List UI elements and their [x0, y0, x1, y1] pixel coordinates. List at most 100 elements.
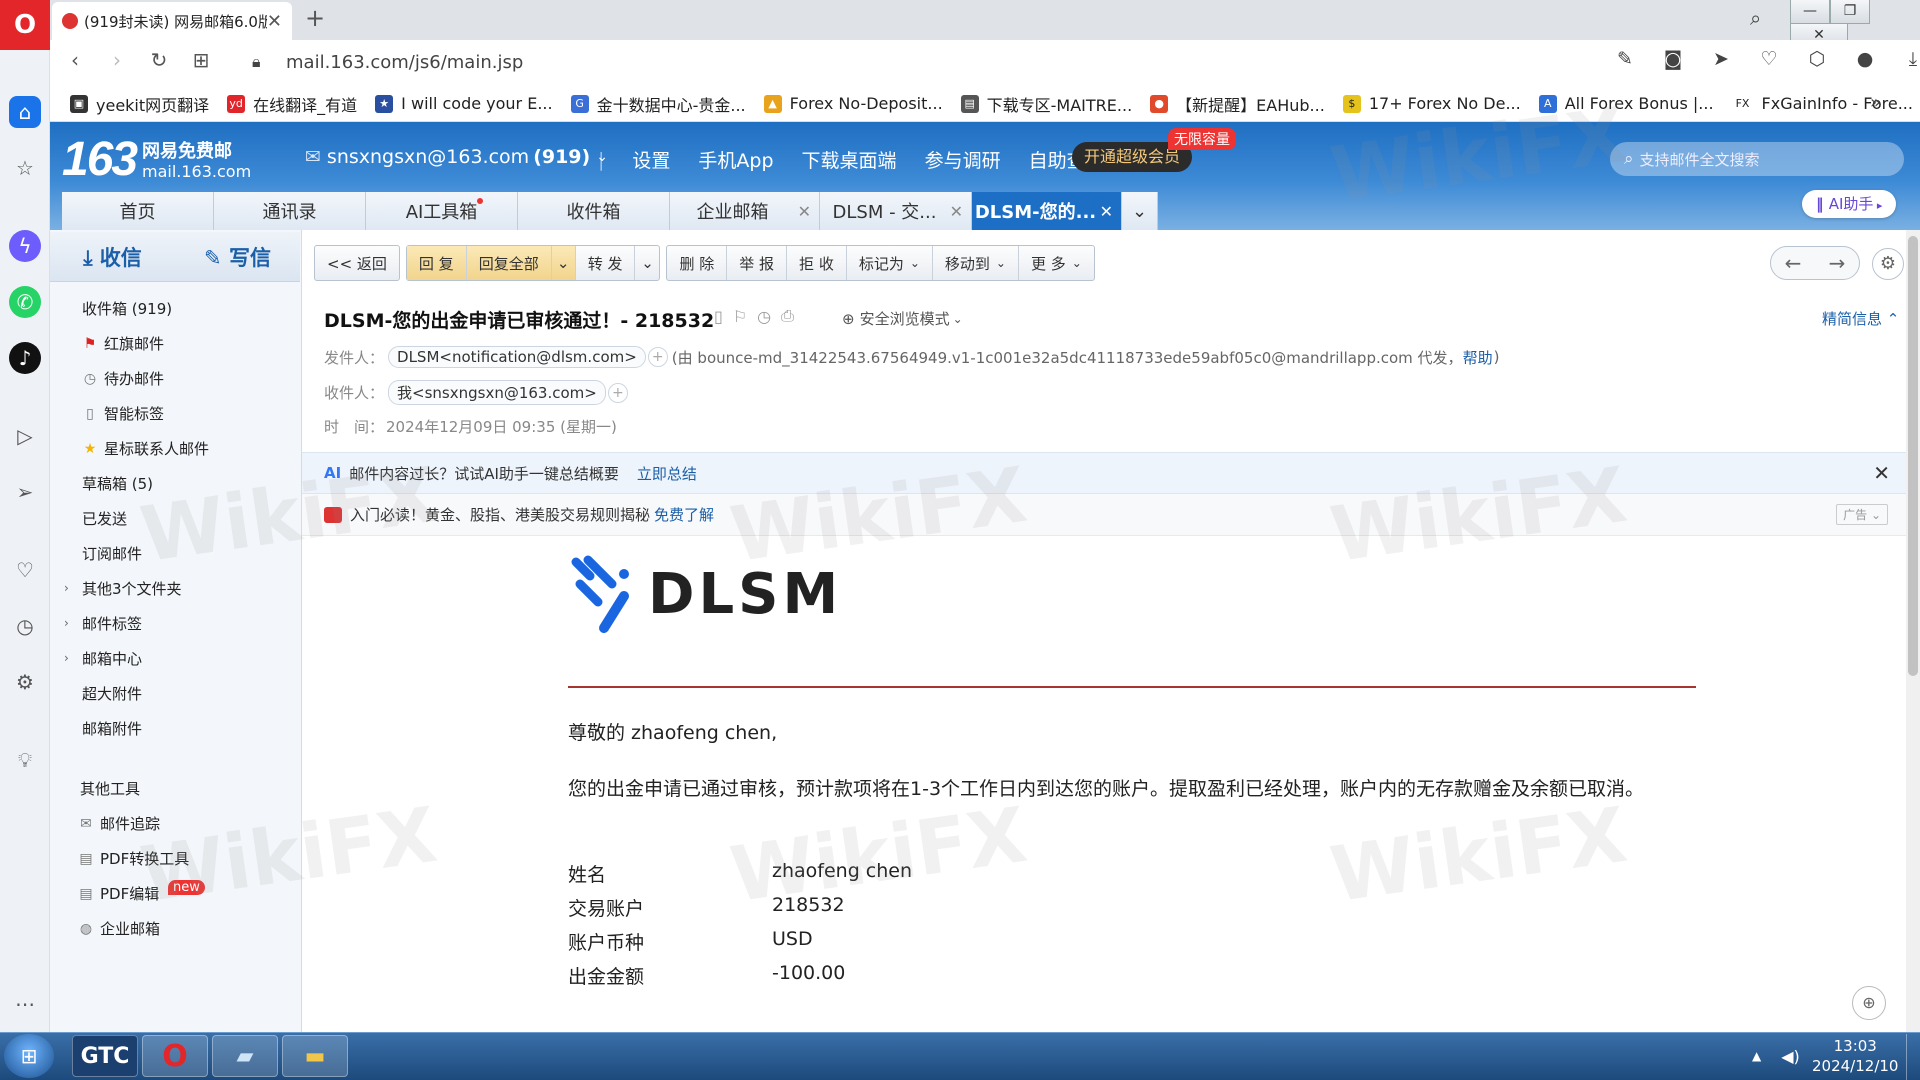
profile-avatar-icon[interactable]: ● [1850, 48, 1880, 70]
forward-dropdown-icon[interactable]: ⌄ [635, 246, 659, 280]
extensions-cube-icon[interactable]: ⬡ [1802, 48, 1832, 70]
ad-text[interactable]: 入门必读！黄金、股指、港美股交易规则揭秘 [350, 504, 650, 525]
flag-icon[interactable]: ⚐ [733, 307, 747, 326]
new-tab-button[interactable]: + [300, 4, 330, 34]
tool-pdf-convert[interactable]: ▤ PDF转换工具 [78, 848, 189, 869]
mark-as-button[interactable]: 标记为 ⌄ [847, 246, 933, 280]
gear-icon[interactable]: ⚙ [1872, 248, 1904, 280]
ad-tag[interactable]: 广告 ⌄ [1836, 504, 1888, 525]
bookmarks-overflow-icon[interactable]: » [1870, 92, 1881, 113]
add-contact-icon[interactable]: + [647, 347, 668, 367]
folder-subscriptions[interactable]: 订阅邮件 [82, 543, 142, 564]
write-button[interactable]: ✎ 写信 [175, 242, 300, 272]
report-button[interactable]: 举 报 [727, 246, 788, 280]
messenger-icon[interactable]: ϟ [9, 230, 41, 262]
notepad-taskbar-icon[interactable]: ▰ [212, 1035, 278, 1077]
folder-large-attach[interactable]: 超大附件 [82, 683, 142, 704]
folder-todo[interactable]: ◷ 待办邮件 [82, 368, 164, 389]
tab-grid-icon[interactable]: ⊞ [180, 48, 222, 72]
reply-all-button[interactable]: 回复全部 [466, 246, 552, 280]
desktop-download-link[interactable]: 下载桌面端 [802, 146, 897, 173]
folder-other[interactable]: 其他3个文件夹 [82, 578, 182, 599]
folder-inbox[interactable]: 收件箱 (919) [82, 298, 172, 319]
bookmark-item[interactable]: ▣ yeekit网页翻译 [70, 92, 209, 116]
opera-taskbar-icon[interactable]: O [142, 1035, 208, 1077]
reload-icon[interactable]: ↻ [138, 48, 180, 72]
heart-icon[interactable]: ♡ [9, 554, 41, 586]
folder-flagged[interactable]: ⚑ 红旗邮件 [82, 333, 164, 354]
edit-icon[interactable]: ✎ [1610, 48, 1640, 70]
bookmark-item[interactable]: A All Forex Bonus |... [1538, 94, 1714, 113]
folder-mail-center[interactable]: 邮箱中心 [82, 648, 142, 669]
mobile-app-link[interactable]: 手机App [698, 146, 773, 173]
tool-mail-tracking[interactable]: ✉ 邮件追踪 [78, 813, 160, 834]
more-button[interactable]: 更 多 ⌄ [1019, 246, 1094, 280]
next-message-icon[interactable]: → [1815, 251, 1859, 275]
more-dots-icon[interactable]: ⋯ [9, 988, 41, 1020]
bookmark-item[interactable]: ★ I will code your E... [375, 94, 553, 113]
tab-enterprise[interactable]: 企业邮箱 ✕ [670, 192, 820, 230]
tab-search-icon[interactable]: ⌕ [1750, 6, 1761, 30]
bookmark-item[interactable]: ▲ Forex No-Deposit... [763, 94, 943, 113]
close-icon[interactable]: ✕ [1873, 461, 1890, 485]
sender-pill[interactable]: DLSM<notification@dlsm.com> [388, 346, 646, 368]
print-icon[interactable]: ⎙ [781, 306, 794, 326]
heart-icon[interactable]: ♡ [1754, 48, 1784, 70]
tool-enterprise[interactable]: ◍ 企业邮箱 [78, 918, 160, 939]
tray-expand-icon[interactable]: ▲ [1752, 1049, 1761, 1063]
folder-mail-tags[interactable]: 邮件标签 [82, 613, 142, 634]
back-button[interactable]: << 返回 [315, 246, 399, 280]
bookmark-item[interactable]: ▤ 下载专区-MAITRE... [960, 92, 1132, 116]
home-icon[interactable]: ⌂ [9, 96, 41, 128]
send-icon[interactable]: ➢ [9, 476, 41, 508]
reminder-clock-icon[interactable]: ◷ [757, 307, 771, 326]
reject-button[interactable]: 拒 收 [787, 246, 847, 280]
windows-start-button[interactable]: ⊞ [4, 1034, 54, 1078]
show-desktop-button[interactable] [1906, 1034, 1920, 1080]
back-arrow-icon[interactable]: ‹ [54, 48, 96, 72]
url-field[interactable]: mail.163.com/js6/main.jsp [286, 52, 523, 73]
ad-learn-link[interactable]: 免费了解 [654, 504, 714, 525]
bookmark-item[interactable]: $17+ Forex No De... [1342, 94, 1521, 113]
tiktok-icon[interactable]: ♪ [9, 342, 41, 374]
close-icon[interactable]: ✕ [798, 202, 811, 221]
minimize-button[interactable]: — [1790, 0, 1830, 24]
recipient-pill[interactable]: 我<snsxngsxn@163.com> [388, 380, 606, 405]
lightbulb-icon[interactable]: 💡︎ [9, 744, 41, 776]
browser-tab-active[interactable]: (919封未读) 网易邮箱6.0版 ✕ [52, 2, 292, 40]
send-icon[interactable]: ➤ [1706, 48, 1736, 70]
delete-button[interactable]: 删 除 [667, 246, 728, 280]
tab-inbox[interactable]: 收件箱 [518, 192, 670, 230]
receive-button[interactable]: ⤓ 收信 [50, 242, 175, 272]
survey-link[interactable]: 参与调研 [925, 146, 1001, 173]
bookmark-item[interactable]: FX FxGainInfo - Fore... [1731, 94, 1913, 113]
forward-arrow-icon[interactable]: › [96, 48, 138, 72]
folder-drafts[interactable]: 草稿箱 (5) [82, 473, 153, 494]
tab-home[interactable]: 首页 [62, 192, 214, 230]
expand-arrow-icon[interactable]: › [64, 616, 69, 630]
tab-dlsm-transaction[interactable]: DLSM - 交... ✕ [820, 192, 972, 230]
tab-dlsm-current[interactable]: DLSM-您的... ✕ [972, 192, 1122, 230]
expand-arrow-icon[interactable]: › [64, 581, 69, 595]
bookmark-item[interactable]: G 金十数据中心-贵金... [570, 92, 746, 116]
folder-taskbar-icon[interactable]: ▬ [282, 1035, 348, 1077]
summarize-now-link[interactable]: 立即总结 [637, 463, 697, 484]
volume-icon[interactable]: ◀) [1781, 1047, 1800, 1066]
download-icon[interactable]: ⤓ [1898, 48, 1920, 70]
maximize-button[interactable]: ❐ [1830, 0, 1870, 24]
reply-button[interactable]: 回 复 [406, 246, 467, 280]
bookmark-item[interactable]: yd 在线翻译_有道 [227, 92, 357, 116]
bookmark-item[interactable]: ● 【新提醒】EAHub... [1150, 92, 1325, 116]
tab-ai-toolbox[interactable]: AI工具箱 [366, 192, 518, 230]
settings-link[interactable]: 设置 [632, 146, 670, 173]
settings-gear-icon[interactable]: ⚙ [9, 666, 41, 698]
opera-logo-icon[interactable]: O [0, 0, 50, 50]
player-icon[interactable]: ▷ [9, 420, 41, 452]
account-menu[interactable]: ✉ snsxngsxn@163.com (919) ⌄ [305, 146, 608, 168]
star-icon[interactable]: ☆ [9, 152, 41, 184]
forward-button[interactable]: 转 发 [576, 246, 636, 280]
add-contact-icon[interactable]: + [607, 382, 628, 403]
ai-helper-button[interactable]: ‖ AI助手 ▸ [1802, 190, 1897, 218]
folder-starred[interactable]: ★ 星标联系人邮件 [82, 438, 209, 459]
tool-pdf-edit[interactable]: ▤ PDF编辑 [78, 883, 159, 904]
